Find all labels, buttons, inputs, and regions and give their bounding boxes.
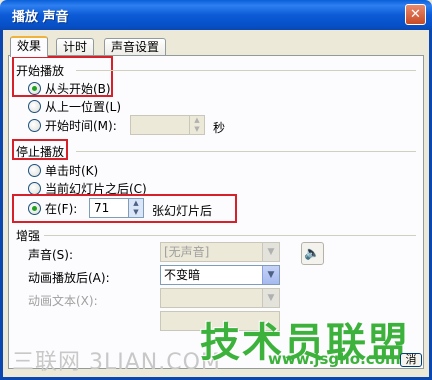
close-button[interactable]: ✕ [405,4,426,25]
chevron-down-icon: ▼ [262,289,279,307]
window-title: 播放 声音 [12,10,69,25]
spin-down-icon[interactable]: ▼ [190,125,204,134]
stop-heading: 停止播放 [16,145,65,159]
radio-icon [28,99,41,113]
title-bar: 播放 声音 ✕ [0,0,432,30]
radio-on-click[interactable]: 单击时(K) [28,162,98,178]
enhance-separator [44,235,416,236]
radio-from-beginning[interactable]: 从头开始(B) [28,80,111,96]
radio-label: 单击时(K) [45,163,99,178]
radio-icon [28,163,41,177]
slides-count-spinner[interactable]: ▲ ▼ [128,198,144,218]
sound-select[interactable]: [无声音] ▼ [160,242,280,262]
after-animation-value: 不变暗 [164,268,201,282]
start-separator [76,70,416,71]
radio-icon [28,201,41,215]
tab-sound-settings[interactable]: 声音设置 [104,38,167,56]
watermark-sanlian: 三联网 3LIAN.COM [12,350,221,375]
tab-effect-label: 效果 [17,39,42,53]
chevron-down-icon: ▼ [262,266,279,284]
start-time-spinner[interactable]: ▲ ▼ [189,115,205,135]
spin-down-icon[interactable]: ▼ [129,208,143,217]
seconds-unit: 秒 [213,121,226,135]
spin-up-icon[interactable]: ▲ [129,199,143,208]
after-animation-select[interactable]: 不变暗 ▼ [160,265,280,285]
speaker-button[interactable]: 🔈 [301,242,324,265]
tab-timing[interactable]: 计时 [56,38,95,56]
radio-icon [28,181,41,195]
chevron-down-icon: ▼ [262,243,279,261]
speaker-icon: 🔈 [304,246,321,261]
animate-text-select[interactable]: ▼ [160,288,280,308]
cancel-button-label: 消 [405,353,417,366]
radio-label: 在(F): [45,201,78,216]
radio-icon [28,118,41,132]
slides-suffix: 张幻灯片后 [152,204,213,218]
sound-label: 声音(S): [28,248,74,262]
radio-after-slides[interactable]: 在(F): [28,200,77,216]
radio-icon [28,81,41,95]
spin-up-icon[interactable]: ▲ [190,116,204,125]
animate-text-label: 动画文本(X): [28,294,98,308]
stop-separator [76,151,416,152]
slides-count-input[interactable]: 71 [89,198,129,218]
tab-sound-settings-label: 声音设置 [111,40,160,54]
enhance-heading: 增强 [16,229,41,243]
radio-start-time[interactable]: 开始时间(M): [28,117,117,133]
radio-from-last-position[interactable]: 从上一位置(L) [28,98,121,114]
radio-label: 开始时间(M): [45,118,117,133]
cancel-button[interactable]: 消 [400,353,422,367]
close-icon: ✕ [410,7,421,22]
tab-timing-label: 计时 [63,40,88,54]
sound-select-value: [无声音] [164,245,210,259]
start-time-input[interactable] [130,115,190,135]
radio-label: 从上一位置(L) [45,99,122,114]
start-heading: 开始播放 [16,64,65,78]
watermark-url: www.jsgho.com [268,350,401,368]
tab-effect[interactable]: 效果 [10,36,49,57]
radio-label: 从头开始(B) [45,81,111,96]
after-animation-label: 动画播放后(A): [28,271,110,285]
